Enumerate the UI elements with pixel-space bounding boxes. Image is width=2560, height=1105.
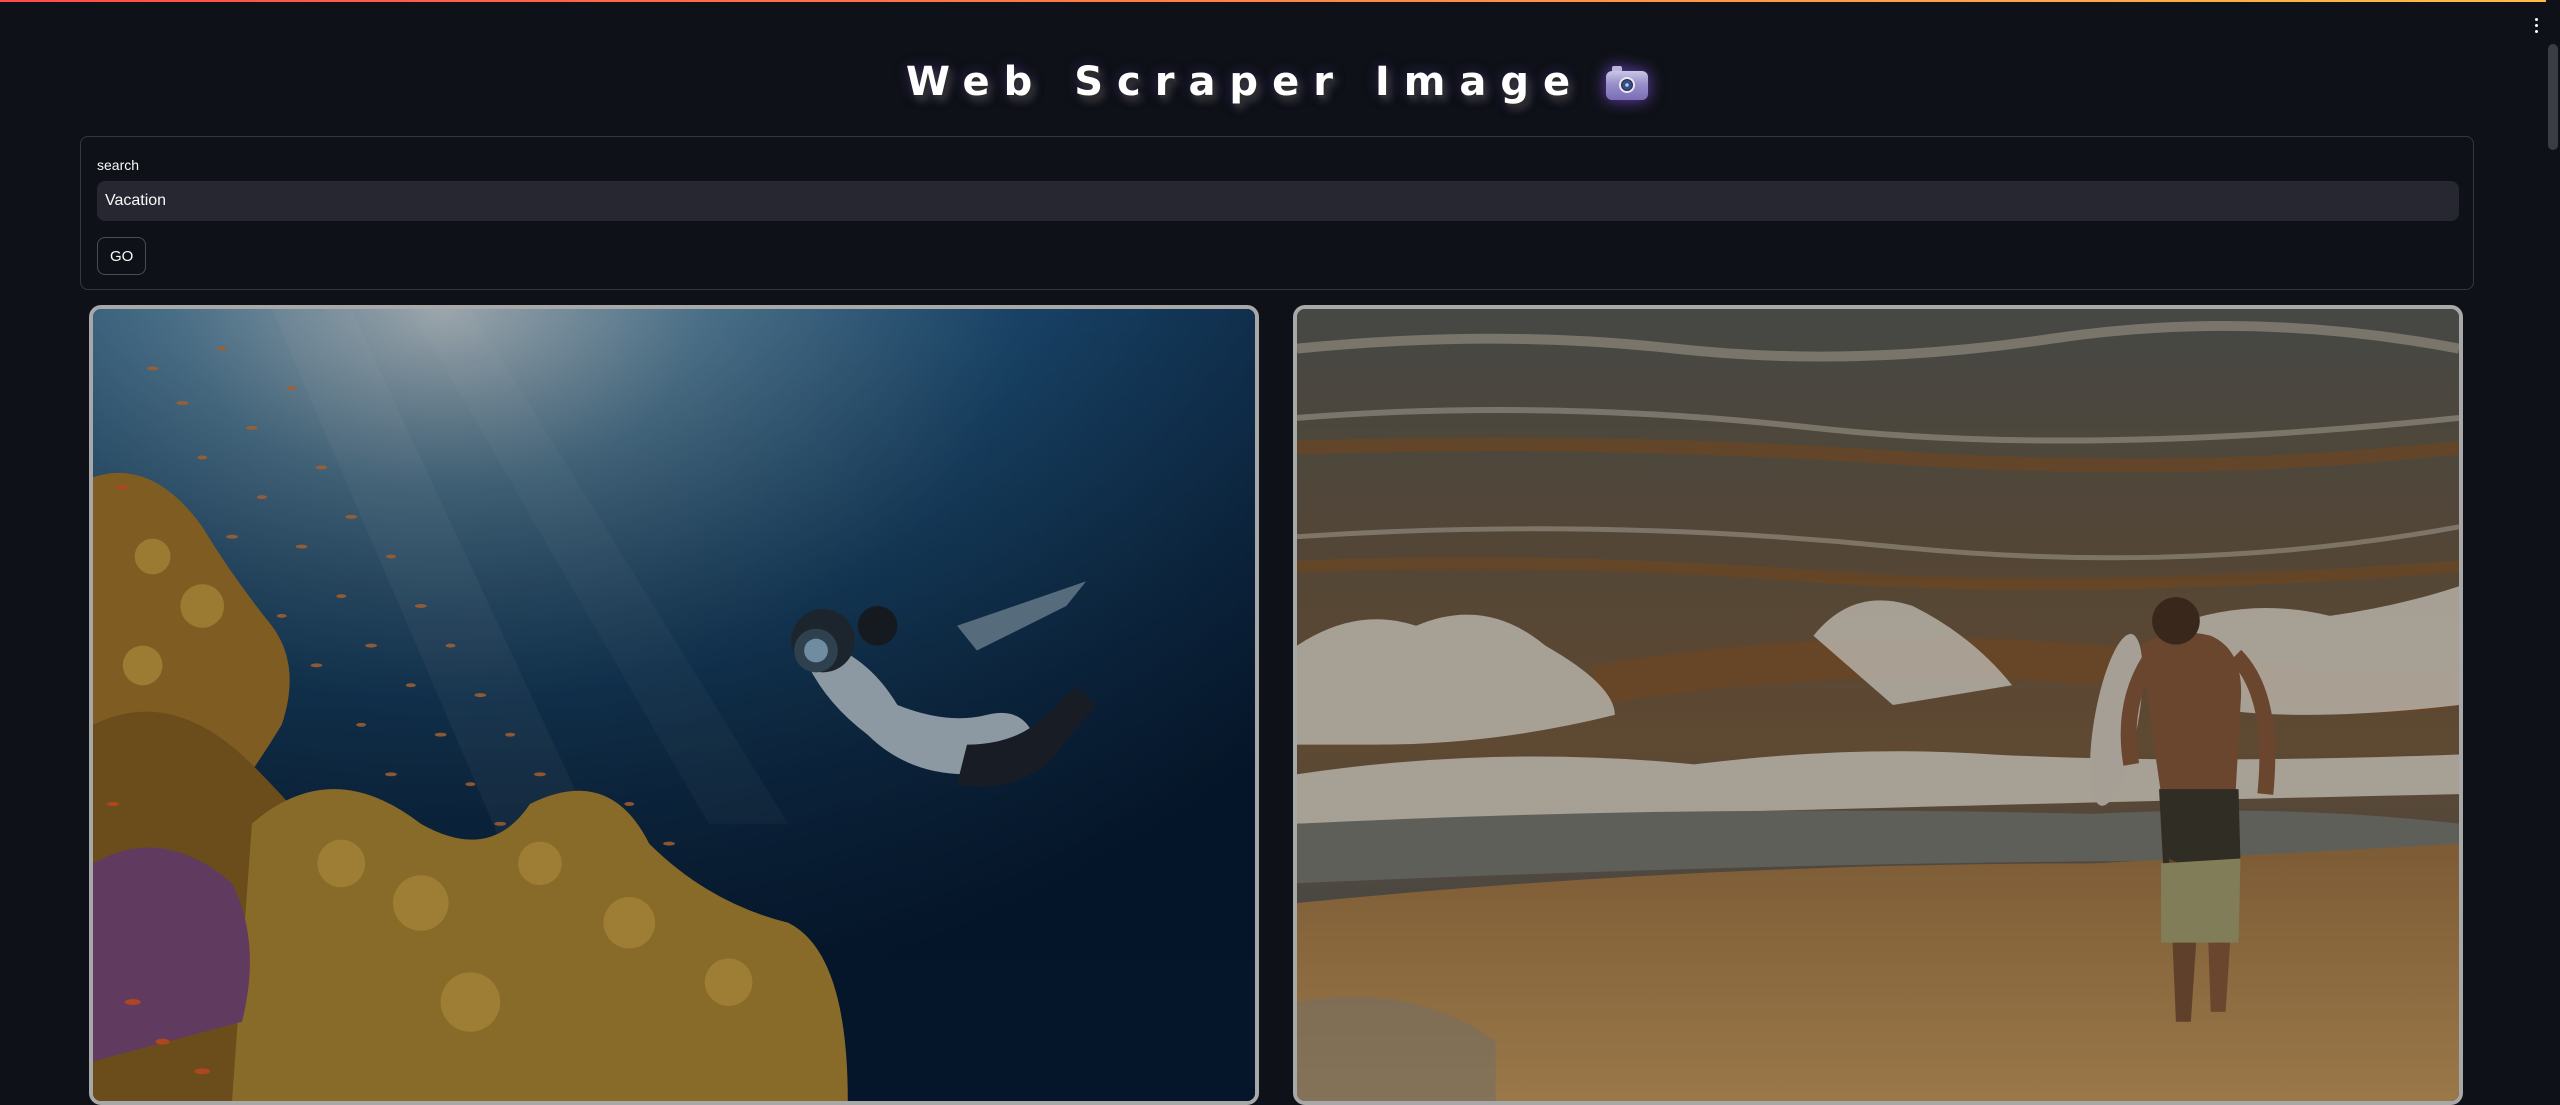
main-menu-button[interactable]	[2526, 12, 2546, 38]
search-label: search	[97, 157, 140, 173]
menu-dot-icon	[2534, 17, 2538, 21]
page-scrollbar[interactable]	[2546, 0, 2560, 1080]
page-title: Web Scraper Image	[905, 59, 1585, 105]
menu-dot-icon	[2534, 23, 2538, 27]
result-image-diver[interactable]	[89, 305, 1259, 1105]
search-form: search GO	[80, 136, 2474, 290]
menu-dot-icon	[2534, 29, 2538, 33]
go-button[interactable]: GO	[97, 237, 147, 275]
camera-icon	[1606, 64, 1649, 100]
surfer-beach-image	[1297, 309, 2459, 1101]
app-main: Web Scraper Image search GO	[80, 0, 2474, 1105]
scrollbar-thumb[interactable]	[2548, 44, 2558, 150]
title-row: Web Scraper Image	[80, 52, 2474, 112]
search-input[interactable]	[97, 181, 2459, 221]
result-image-surfer[interactable]	[1293, 305, 2463, 1105]
underwater-diver-image	[93, 309, 1255, 1101]
